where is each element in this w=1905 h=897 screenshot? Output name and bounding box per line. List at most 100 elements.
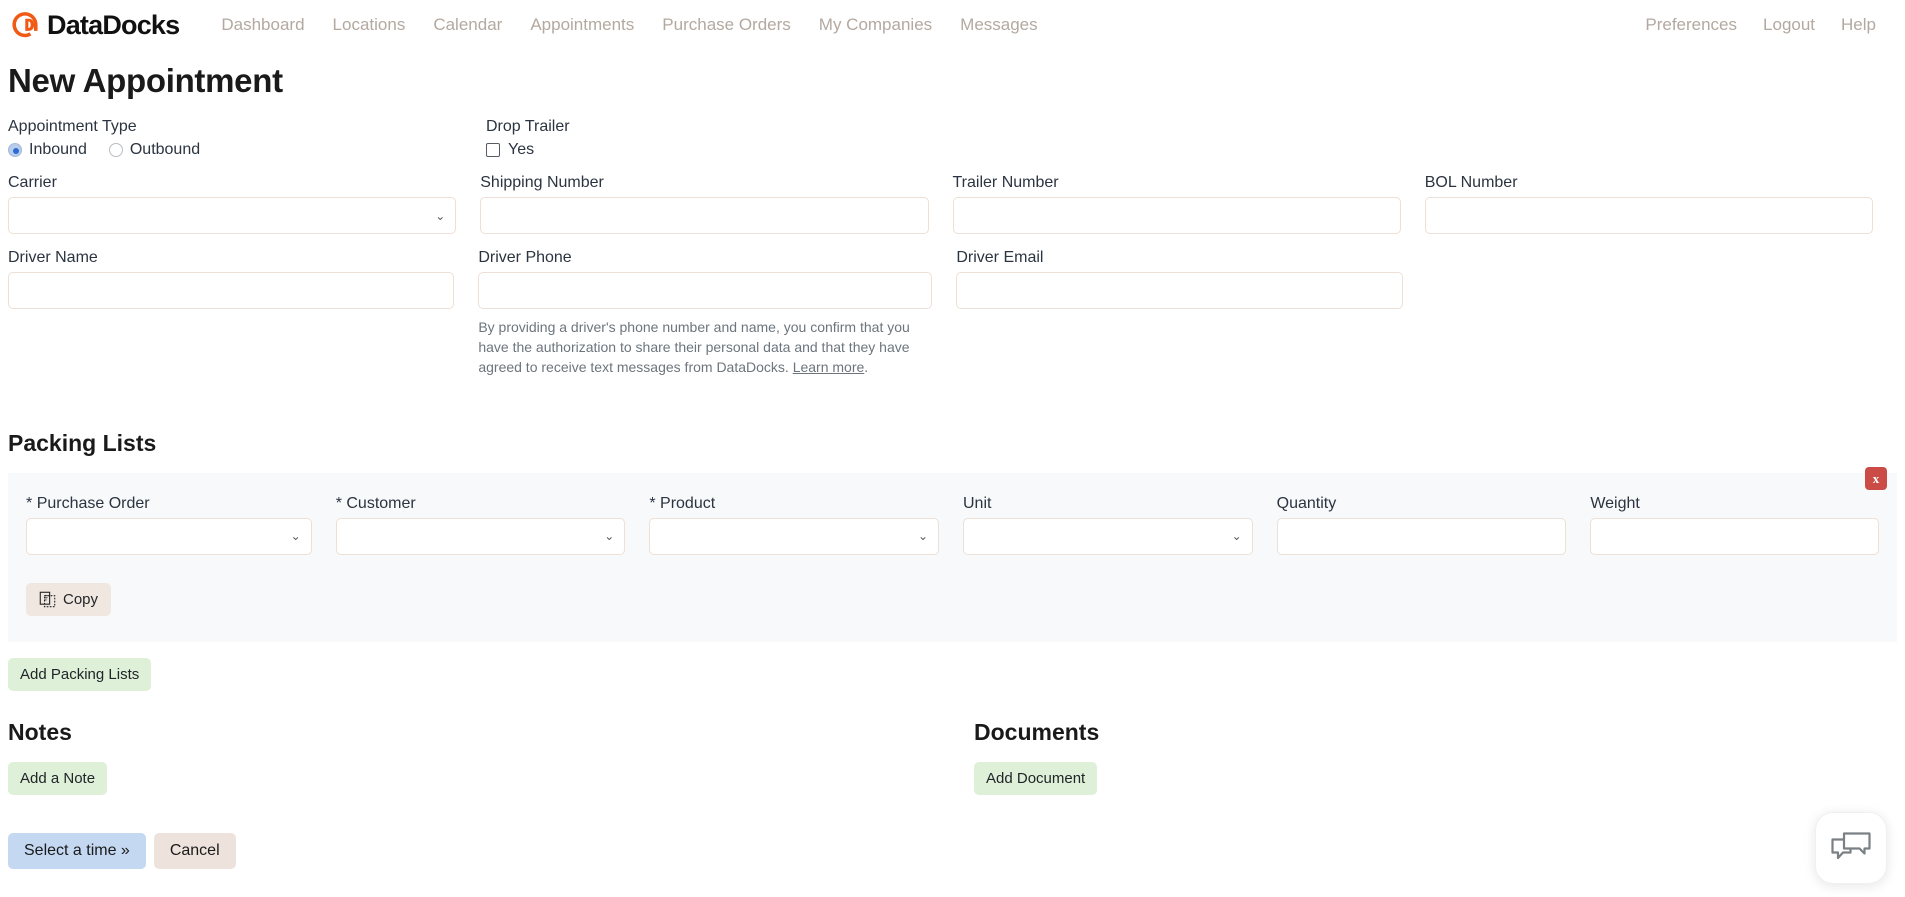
nav-link-appointments[interactable]: Appointments: [516, 11, 648, 39]
drop-trailer-label: Drop Trailer: [486, 118, 570, 135]
quantity-label: Quantity: [1276, 494, 1337, 512]
quantity-input[interactable]: [1276, 517, 1567, 555]
documents-title: Documents: [974, 718, 1100, 745]
bol-number-input[interactable]: [1424, 197, 1873, 234]
bol-number-field: BOL Number: [1424, 174, 1897, 234]
required-asterisk: *: [649, 494, 656, 512]
nav-link-calendar[interactable]: Calendar: [419, 11, 516, 39]
chat-widget-button[interactable]: [1815, 812, 1887, 884]
driver-phone-field: Driver Phone By providing a driver's pho…: [478, 249, 956, 392]
top-navbar: DataDocks Dashboard Locations Calendar A…: [0, 0, 1905, 50]
disclaimer-suffix: .: [864, 358, 869, 375]
weight-input[interactable]: [1590, 517, 1879, 555]
unit-field: Unit ⌄: [963, 495, 1277, 555]
remove-packing-list-button[interactable]: x: [1865, 466, 1887, 490]
drop-trailer-checkbox-label: Yes: [508, 141, 535, 158]
drop-trailer-checkbox-row[interactable]: Yes: [486, 141, 940, 159]
driver-phone-label: Driver Phone: [478, 249, 572, 266]
carrier-select-wrap: ⌄: [8, 197, 457, 234]
drop-trailer-group: Drop Trailer Yes: [486, 118, 964, 159]
appointment-type-group: Appointment Type Inbound Outbound: [8, 118, 486, 159]
customer-label: * Customer: [336, 495, 626, 513]
purchase-order-label-text: Purchase Order: [36, 494, 150, 512]
page-title: New Appointment: [8, 62, 283, 99]
nav-link-my-companies[interactable]: My Companies: [805, 11, 946, 39]
required-asterisk: *: [335, 494, 342, 512]
select-a-time-button[interactable]: Select a time »: [8, 832, 146, 869]
driver-email-label: Driver Email: [956, 249, 1044, 266]
nav-link-help[interactable]: Help: [1828, 11, 1889, 39]
trailer-number-field: Trailer Number: [952, 174, 1425, 234]
cancel-button[interactable]: Cancel: [153, 832, 236, 869]
trailer-number-input[interactable]: [952, 197, 1401, 234]
driver-name-input[interactable]: [8, 272, 455, 309]
copy-button-label: Copy: [63, 590, 99, 608]
chat-bubbles-icon: [1831, 832, 1871, 860]
shipping-number-field: Shipping Number: [480, 174, 952, 234]
product-label: * Product: [649, 495, 939, 513]
unit-select[interactable]: [963, 517, 1253, 555]
radio-inbound[interactable]: Inbound: [8, 141, 87, 159]
driver-email-input[interactable]: [956, 272, 1403, 309]
driver-phone-input[interactable]: [478, 272, 933, 309]
packing-lists-title: Packing Lists: [8, 429, 157, 456]
customer-field: * Customer ⌄: [335, 495, 650, 555]
radio-outbound-indicator[interactable]: [108, 143, 123, 157]
customer-select[interactable]: [335, 517, 626, 555]
nav-link-locations[interactable]: Locations: [319, 11, 420, 39]
product-select[interactable]: [649, 517, 939, 555]
notes-section: Notes Add a Note: [8, 719, 974, 795]
carrier-field: Carrier ⌄: [8, 174, 480, 234]
learn-more-link[interactable]: Learn more: [793, 359, 865, 375]
purchase-order-label: * Purchase Order: [26, 495, 312, 513]
shipping-number-input[interactable]: [480, 197, 929, 234]
driver-fields-row: Driver Name Driver Phone By providing a …: [8, 249, 1897, 392]
product-select-wrap: ⌄: [649, 517, 939, 555]
driver-email-field: Driver Email: [956, 249, 1426, 392]
product-field: * Product ⌄: [649, 495, 963, 555]
datadocks-logo-icon: [12, 12, 38, 38]
appointment-type-row: Appointment Type Inbound Outbound Drop T…: [8, 118, 1897, 159]
appointment-type-radios: Inbound Outbound: [8, 141, 462, 159]
bol-number-label: BOL Number: [1424, 174, 1518, 191]
carrier-label: Carrier: [8, 174, 57, 191]
purchase-order-select[interactable]: [26, 517, 312, 555]
purchase-order-select-wrap: ⌄: [26, 517, 312, 555]
packing-list-row: x * Purchase Order ⌄ * Customer ⌄ * Prod…: [8, 466, 1897, 642]
weight-field: Weight: [1590, 495, 1879, 555]
product-label-text: Product: [660, 494, 716, 512]
nav-link-purchase-orders[interactable]: Purchase Orders: [648, 11, 805, 39]
carrier-select[interactable]: [8, 197, 457, 234]
nav-link-messages[interactable]: Messages: [946, 11, 1051, 39]
weight-label: Weight: [1590, 494, 1640, 512]
copy-icon: [39, 591, 56, 607]
nav-link-preferences[interactable]: Preferences: [1632, 11, 1750, 39]
radio-inbound-label: Inbound: [29, 141, 87, 158]
copy-packing-list-button[interactable]: Copy: [26, 582, 112, 616]
packing-list-fields: * Purchase Order ⌄ * Customer ⌄ * Produc…: [26, 495, 1879, 555]
radio-outbound[interactable]: Outbound: [108, 141, 200, 159]
driver-consent-disclaimer: By providing a driver's phone number and…: [478, 318, 933, 378]
add-a-note-button[interactable]: Add a Note: [8, 761, 108, 795]
nav-link-dashboard[interactable]: Dashboard: [207, 11, 318, 39]
purchase-order-field: * Purchase Order ⌄: [26, 495, 336, 555]
shipping-number-label: Shipping Number: [480, 174, 604, 191]
add-packing-lists-button[interactable]: Add Packing Lists: [8, 657, 152, 691]
brand-logo[interactable]: DataDocks: [10, 10, 180, 40]
driver-row-spacer: [1427, 249, 1897, 392]
driver-name-field: Driver Name: [8, 249, 478, 392]
documents-section: Documents Add Document: [974, 719, 1099, 795]
nav-link-logout[interactable]: Logout: [1750, 11, 1828, 39]
trailer-number-label: Trailer Number: [952, 174, 1059, 191]
add-document-button[interactable]: Add Document: [974, 761, 1098, 795]
notes-title: Notes: [8, 718, 72, 745]
page-content: New Appointment Appointment Type Inbound…: [0, 62, 1905, 869]
unit-label: Unit: [963, 494, 992, 512]
drop-trailer-checkbox[interactable]: [486, 143, 500, 157]
notes-documents-sections: Notes Add a Note Documents Add Document: [8, 719, 1897, 795]
radio-inbound-indicator[interactable]: [8, 143, 22, 157]
shipment-fields-row: Carrier ⌄ Shipping Number Trailer Number…: [8, 174, 1897, 234]
nav-links: Dashboard Locations Calendar Appointment…: [207, 11, 1051, 39]
quantity-field: Quantity: [1276, 494, 1591, 555]
form-actions: Select a time » Cancel: [8, 832, 1897, 869]
